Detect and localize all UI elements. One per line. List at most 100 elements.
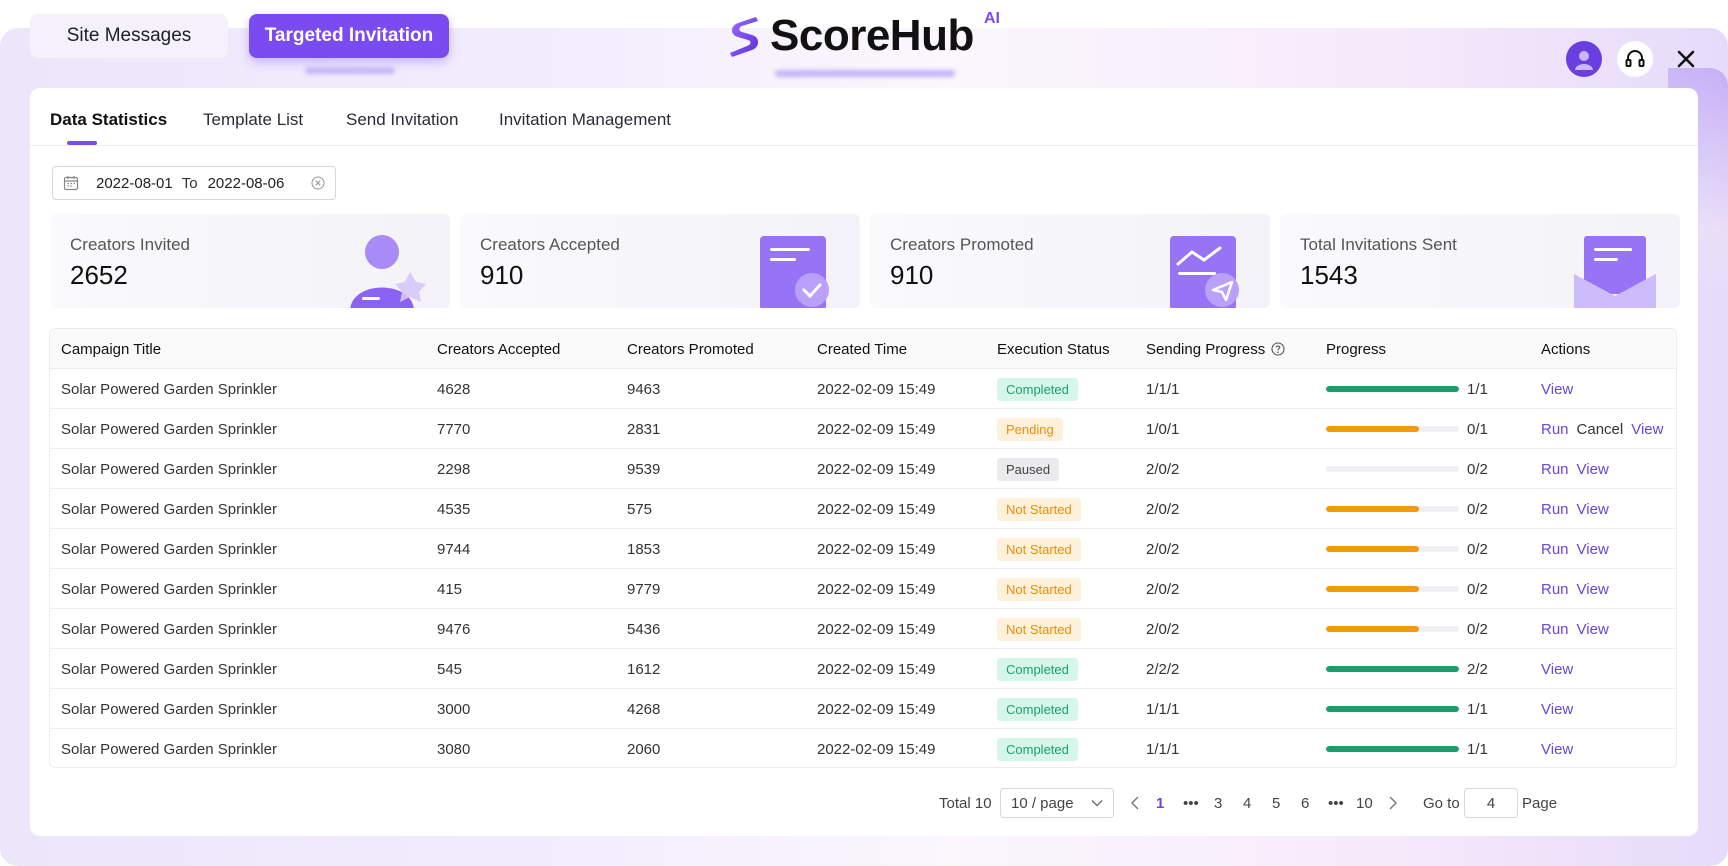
progress-bar: [1326, 706, 1459, 712]
actions-cell: View: [1541, 689, 1581, 729]
run-action-link[interactable]: Run: [1541, 421, 1569, 438]
stat-value: 910: [480, 260, 524, 290]
date-range-picker[interactable]: 2022-08-01 To 2022-08-06: [52, 166, 336, 200]
help-icon[interactable]: [1271, 342, 1285, 356]
tab-template-list[interactable]: Template List: [203, 110, 303, 130]
view-action-link[interactable]: View: [1541, 741, 1573, 758]
page-number[interactable]: 1: [1156, 788, 1164, 818]
page-ellipsis[interactable]: •••: [1328, 788, 1344, 818]
sending-progress: 1/1/1: [1146, 740, 1180, 758]
progress-cell: 1/1: [1326, 369, 1488, 409]
tab-targeted-invitation[interactable]: Targeted Invitation: [249, 14, 449, 58]
run-action-link[interactable]: Run: [1541, 581, 1569, 598]
sending-progress: 2/2/2: [1146, 660, 1180, 678]
actions-cell: Run Cancel View: [1541, 409, 1671, 449]
page-number[interactable]: 6: [1301, 788, 1309, 818]
table-row: Solar Powered Garden Sprinkler 3000 4268 20…: [50, 689, 1676, 729]
actions-cell: View: [1541, 649, 1581, 689]
tab-data-statistics[interactable]: Data Statistics: [50, 110, 167, 130]
creators-promoted: 5436: [627, 620, 661, 638]
run-action-link[interactable]: Run: [1541, 621, 1569, 638]
tab-site-messages[interactable]: Site Messages: [30, 14, 228, 58]
creators-promoted: 2060: [627, 740, 661, 758]
creators-accepted: 4535: [437, 500, 471, 518]
creators-accepted: 7770: [437, 420, 471, 438]
progress-text: 1/1: [1467, 380, 1488, 398]
run-action-link[interactable]: Run: [1541, 501, 1569, 518]
column-header: Creators Accepted: [437, 340, 561, 358]
created-time: 2022-02-09 15:49: [817, 420, 936, 438]
campaign-title: Solar Powered Garden Sprinkler: [61, 500, 277, 518]
clear-icon[interactable]: [311, 176, 325, 190]
progress-bar-fill: [1326, 586, 1420, 592]
page-ellipsis[interactable]: •••: [1183, 788, 1199, 818]
pagination-total: Total 10: [939, 794, 992, 812]
main-panel: Data Statistics Template List Send Invit…: [30, 88, 1698, 836]
table-row: Solar Powered Garden Sprinkler 3080 2060 20…: [50, 729, 1676, 767]
close-button[interactable]: [1668, 41, 1704, 77]
tab-invitation-management[interactable]: Invitation Management: [499, 110, 671, 130]
next-page-button[interactable]: [1388, 788, 1398, 818]
page-label: Page: [1522, 794, 1558, 812]
column-header: Created Time: [817, 340, 908, 358]
progress-bar-fill: [1326, 506, 1420, 512]
chevron-left-icon: [1131, 796, 1139, 810]
sending-progress: 1/1/1: [1146, 700, 1180, 718]
view-action-link[interactable]: View: [1577, 621, 1609, 638]
progress-cell: 0/2: [1326, 609, 1488, 649]
view-action-link[interactable]: View: [1577, 501, 1609, 518]
date-start-input[interactable]: 2022-08-01: [96, 175, 173, 192]
table-header: Campaign Title Creators Accepted Creator…: [50, 329, 1676, 369]
page-number[interactable]: 10: [1356, 788, 1373, 818]
column-header: Sending Progress: [1146, 340, 1266, 358]
view-action-link[interactable]: View: [1577, 541, 1609, 558]
creators-promoted: 1853: [627, 540, 661, 558]
logo-mark-icon: [730, 17, 758, 57]
date-end-input[interactable]: 2022-08-06: [208, 175, 285, 192]
stat-label: Creators Invited: [70, 235, 190, 254]
status-badge: Completed: [997, 657, 1078, 681]
run-action-link[interactable]: Run: [1541, 541, 1569, 558]
campaign-title: Solar Powered Garden Sprinkler: [61, 620, 277, 638]
view-action-link[interactable]: View: [1577, 461, 1609, 478]
prev-page-button[interactable]: [1130, 788, 1140, 818]
campaign-title: Solar Powered Garden Sprinkler: [61, 660, 277, 678]
view-action-link[interactable]: View: [1577, 581, 1609, 598]
active-tab-glow: [305, 67, 395, 74]
column-header: Campaign Title: [61, 340, 162, 358]
progress-cell: 1/1: [1326, 729, 1488, 767]
page-number[interactable]: 3: [1214, 788, 1222, 818]
view-action-link[interactable]: View: [1541, 701, 1573, 718]
tab-send-invitation[interactable]: Send Invitation: [346, 110, 458, 130]
actions-cell: Run View: [1541, 569, 1617, 609]
status-badge: Paused: [997, 457, 1060, 481]
stat-card-creators-invited: Creators Invited 2652: [50, 214, 450, 308]
progress-bar: [1326, 666, 1459, 672]
page-number[interactable]: 5: [1272, 788, 1280, 818]
status-cell: Not Started: [997, 489, 1081, 529]
goto-page-input[interactable]: 4: [1464, 788, 1518, 818]
progress-cell: 1/1: [1326, 689, 1488, 729]
stat-label: Creators Accepted: [480, 235, 620, 254]
view-action-link[interactable]: View: [1631, 421, 1663, 438]
cancel-action-link[interactable]: Cancel: [1577, 421, 1624, 438]
status-cell: Completed: [997, 729, 1078, 767]
run-action-link[interactable]: Run: [1541, 461, 1569, 478]
progress-bar-fill: [1326, 666, 1459, 672]
page-size-select[interactable]: 10 / page: [1000, 788, 1114, 818]
progress-cell: 0/2: [1326, 529, 1488, 569]
chevron-down-icon: [1091, 800, 1103, 807]
view-action-link[interactable]: View: [1541, 661, 1573, 678]
actions-cell: Run View: [1541, 529, 1617, 569]
active-subtab-indicator: [67, 141, 97, 145]
support-button[interactable]: [1617, 41, 1653, 77]
avatar[interactable]: [1566, 41, 1602, 77]
page-number[interactable]: 4: [1243, 788, 1251, 818]
creators-promoted: 1612: [627, 660, 661, 678]
progress-bar: [1326, 746, 1459, 752]
view-action-link[interactable]: View: [1541, 381, 1573, 398]
column-header-sending-progress: Sending Progress: [1146, 329, 1285, 369]
calendar-icon: [63, 176, 79, 191]
actions-cell: Run View: [1541, 609, 1617, 649]
status-cell: Completed: [997, 369, 1078, 409]
